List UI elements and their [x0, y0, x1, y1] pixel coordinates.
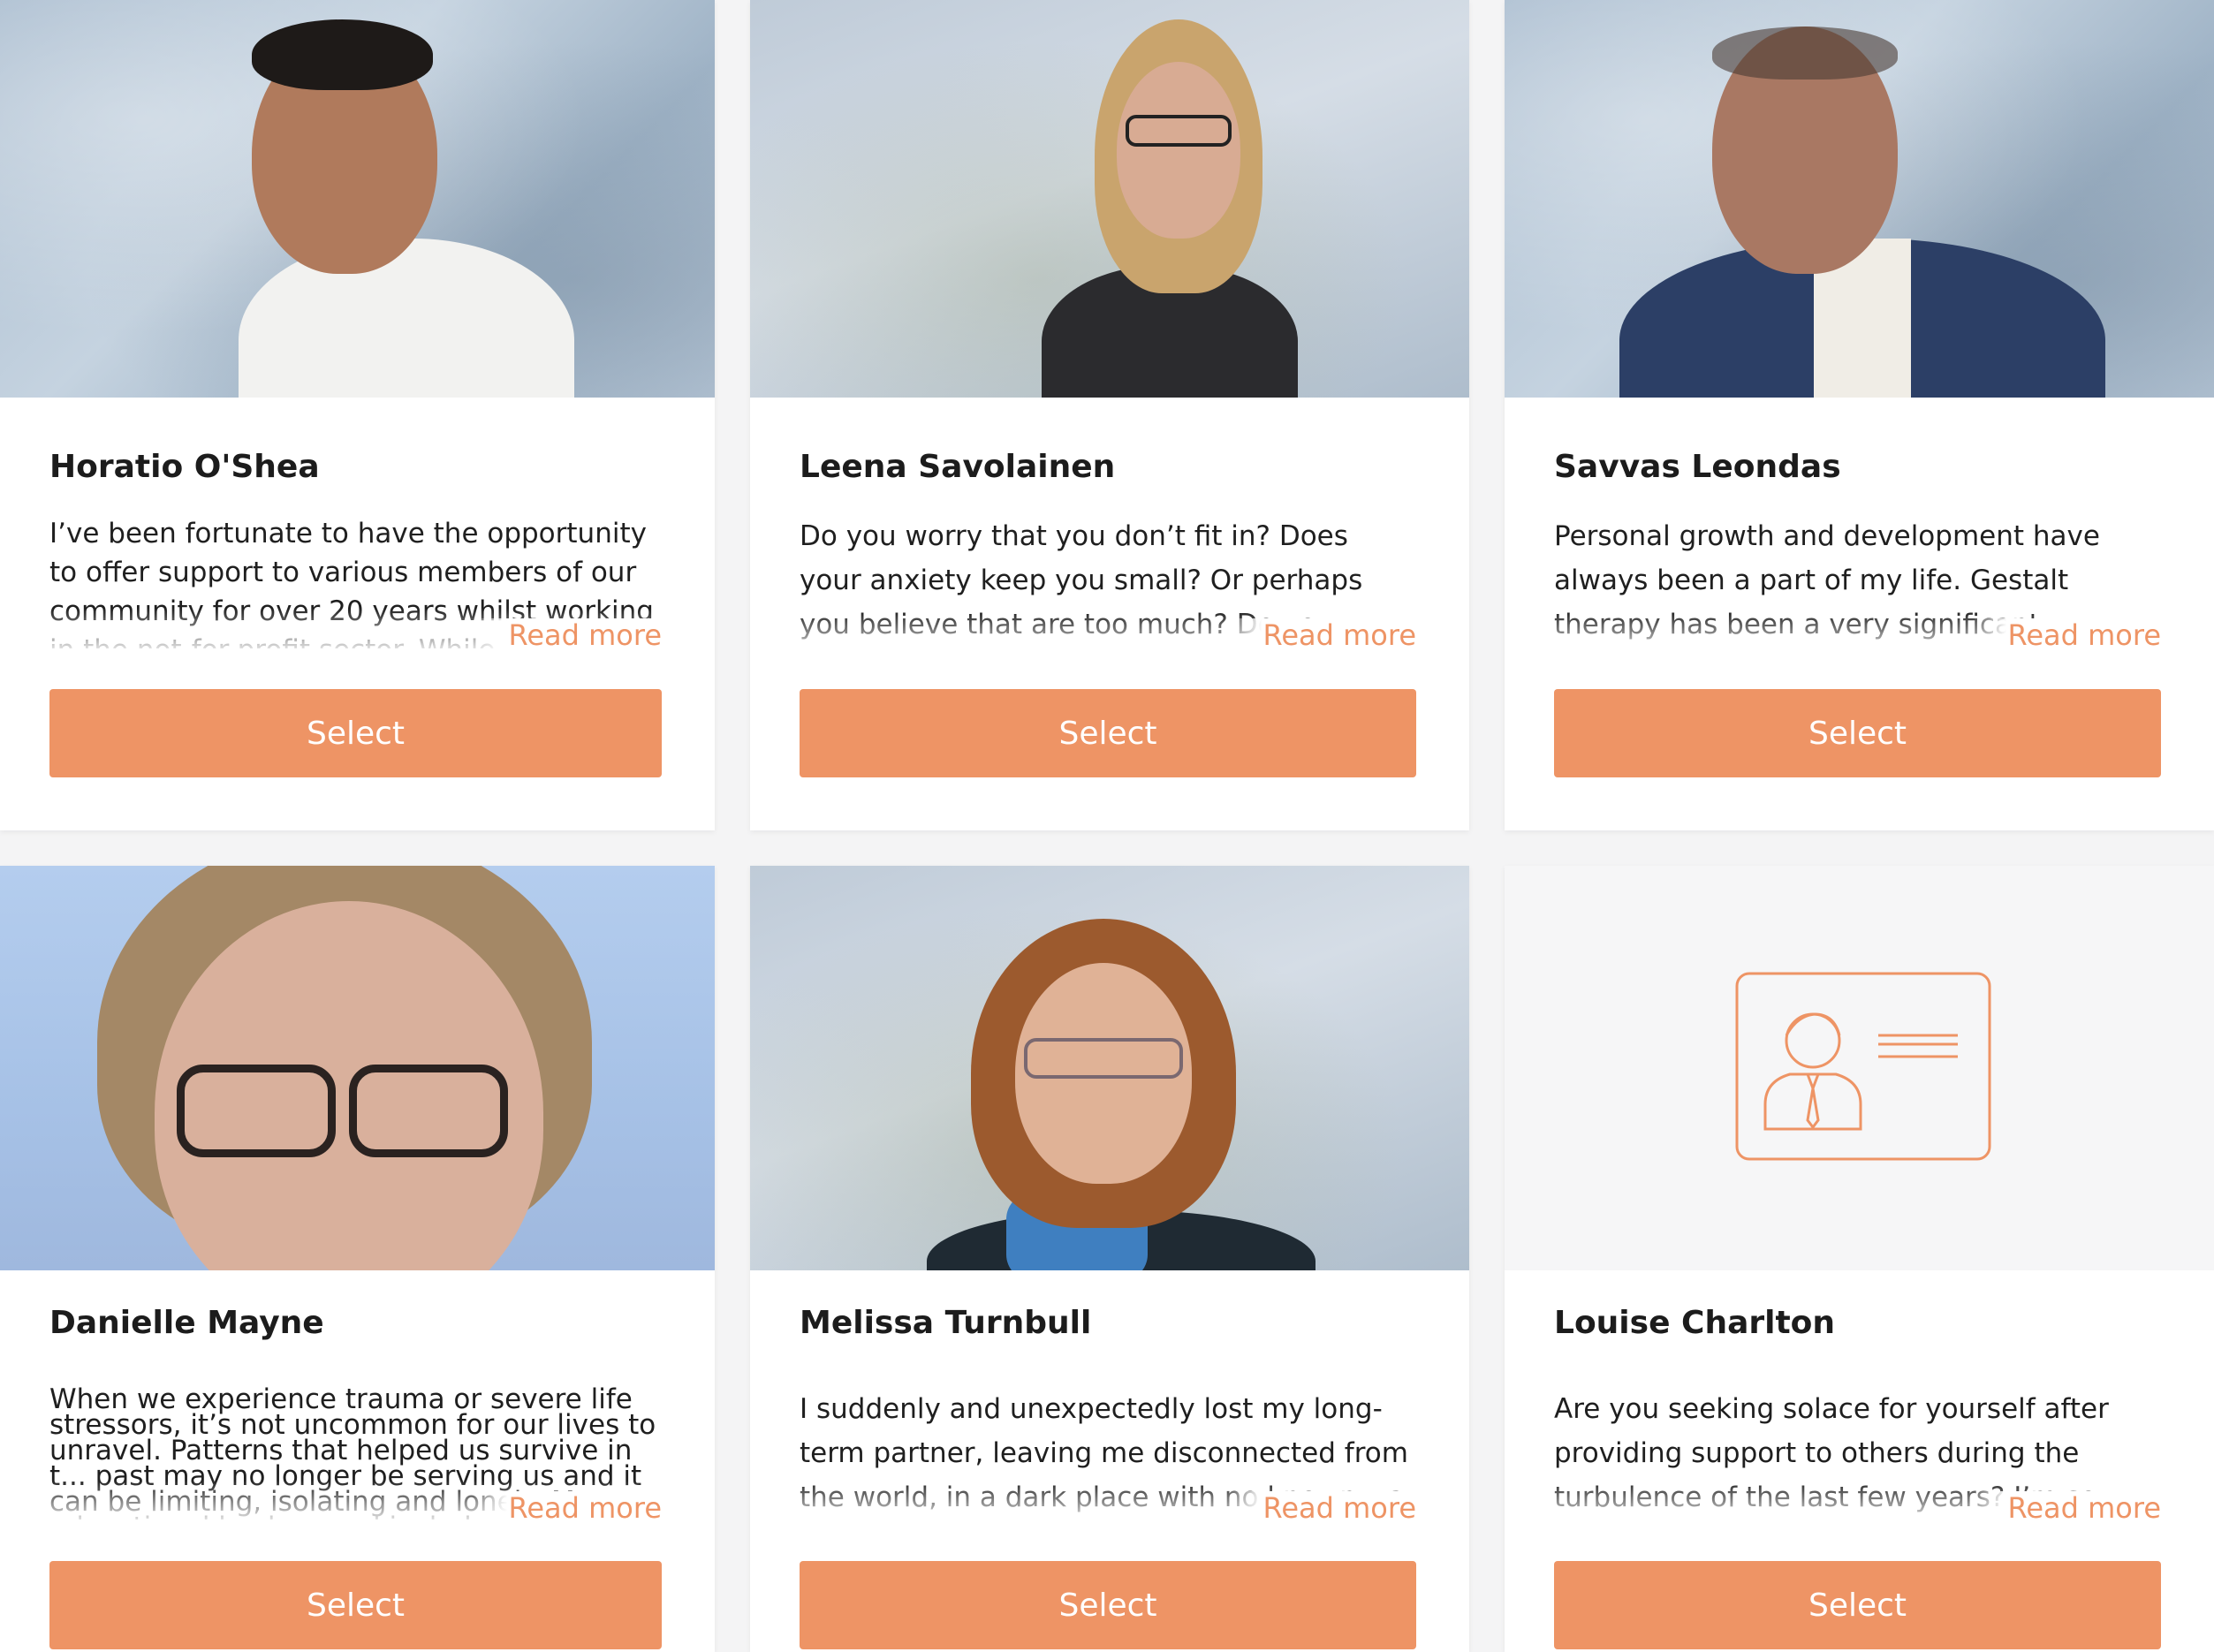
read-more-link[interactable]: Read more: [473, 618, 662, 652]
counsellor-card: Horatio O'Shea I’ve been fortunate to ha…: [0, 0, 715, 830]
counsellor-photo: [750, 866, 1469, 1270]
glasses-shape: [1024, 1038, 1183, 1079]
read-more-link[interactable]: Read more: [1227, 618, 1416, 652]
face-shape: [1117, 62, 1240, 239]
select-button[interactable]: Select: [49, 1561, 662, 1649]
counsellor-grid: Horatio O'Shea I’ve been fortunate to ha…: [0, 0, 2214, 1652]
counsellor-card: Melissa Turnbull I suddenly and unexpect…: [750, 866, 1469, 1652]
hair-shape: [252, 19, 433, 90]
select-button[interactable]: Select: [800, 1561, 1416, 1649]
counsellor-card: Louise Charlton Are you seeking solace f…: [1505, 866, 2214, 1652]
select-button[interactable]: Select: [1554, 689, 2161, 777]
id-card-placeholder-icon: [1735, 972, 1991, 1161]
counsellor-card: Savvas Leondas Personal growth and devel…: [1505, 0, 2214, 830]
counsellor-photo: [0, 0, 715, 398]
counsellor-photo: [0, 866, 715, 1270]
counsellor-name: Leena Savolainen: [800, 449, 1116, 485]
counsellor-card: Danielle Mayne When we experience trauma…: [0, 866, 715, 1652]
counsellor-name: Danielle Mayne: [49, 1305, 324, 1341]
shirt-shape: [239, 239, 574, 398]
read-more-link[interactable]: Read more: [1972, 1491, 2161, 1525]
hair-shape: [1712, 27, 1898, 80]
select-button[interactable]: Select: [1554, 1561, 2161, 1649]
counsellor-name: Louise Charlton: [1554, 1305, 1836, 1341]
select-button[interactable]: Select: [800, 689, 1416, 777]
glasses-shape: [1126, 115, 1232, 147]
counsellor-name: Melissa Turnbull: [800, 1305, 1092, 1341]
counsellor-photo: [1505, 0, 2214, 398]
counsellor-name: Horatio O'Shea: [49, 449, 320, 485]
counsellor-name: Savvas Leondas: [1554, 449, 1841, 485]
counsellor-card: Leena Savolainen Do you worry that you d…: [750, 0, 1469, 830]
counsellor-photo-placeholder: [1505, 866, 2214, 1270]
counsellor-photo: [750, 0, 1469, 398]
glasses-right-shape: [349, 1065, 508, 1157]
read-more-link[interactable]: Read more: [473, 1491, 662, 1525]
glasses-left-shape: [177, 1065, 336, 1157]
read-more-link[interactable]: Read more: [1227, 1491, 1416, 1525]
read-more-link[interactable]: Read more: [1972, 618, 2161, 652]
select-button[interactable]: Select: [49, 689, 662, 777]
